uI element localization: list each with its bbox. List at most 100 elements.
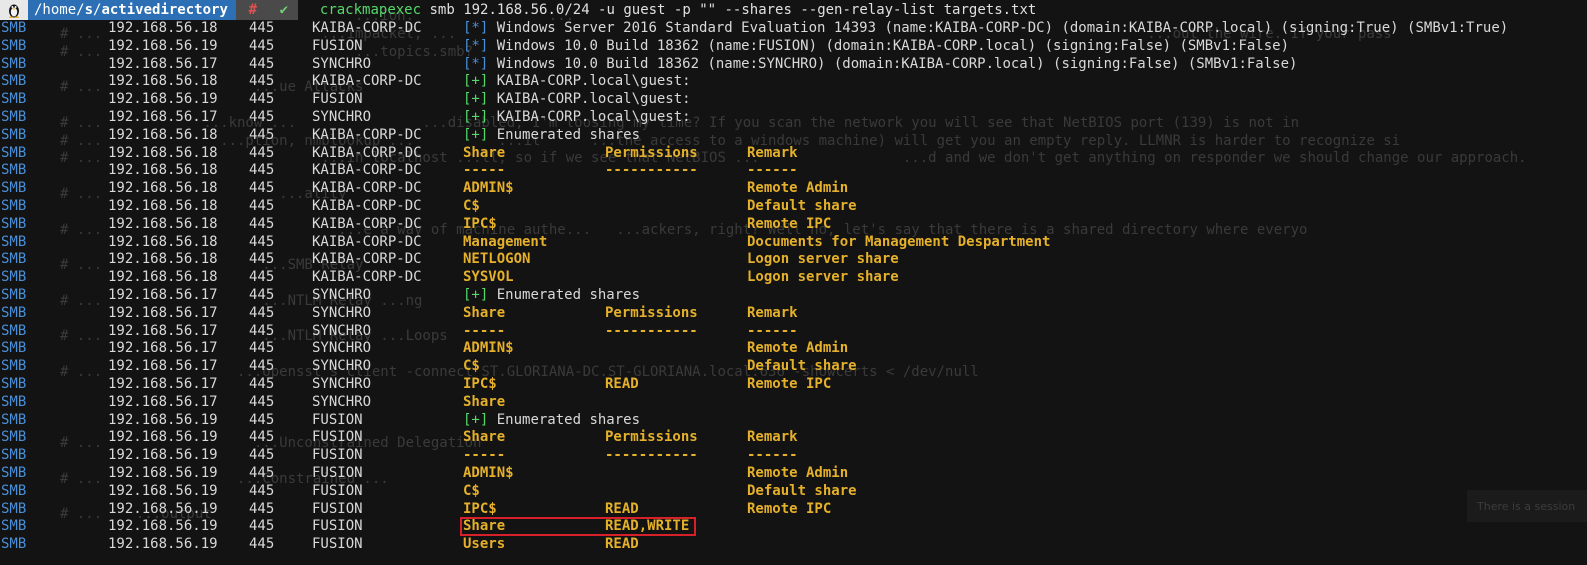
protocol-label: SMB — [1, 464, 27, 481]
ip-address: 192.168.56.17 — [108, 358, 218, 375]
protocol-label: SMB — [1, 411, 27, 428]
notification-overlay: There is a session — [1467, 490, 1587, 522]
output-line: SMB 192.168.56.17 445 SYNCHRO Share — [0, 394, 1587, 412]
protocol-label: SMB — [1, 108, 27, 125]
host-name: KAIBA-CORP-DC — [312, 20, 422, 36]
share-name: NETLOGON — [463, 251, 531, 268]
protocol-label: SMB — [1, 55, 27, 72]
ip-address: 192.168.56.18 — [108, 162, 218, 179]
share-permissions: ----------- — [605, 447, 698, 464]
output-line: SMB 192.168.56.19 445 FUSION Share Permission… — [0, 429, 1587, 447]
host-name: KAIBA-CORP-DC — [312, 73, 422, 90]
ip-address: 192.168.56.19 — [108, 518, 218, 535]
host-name: FUSION — [312, 37, 363, 54]
output-line: SMB 192.168.56.19 445 FUSION Share READ,WRITE — [0, 518, 1587, 536]
share-remark: Default share — [747, 197, 857, 214]
host-name: KAIBA-CORP-DC — [312, 144, 422, 161]
terminal-screen[interactable]: /home/s / activedirectory # ✔ crackmapexec… — [0, 0, 1587, 554]
path-user: s — [84, 2, 94, 18]
share-permissions: ----------- — [605, 322, 698, 339]
share-remark: Logon server share — [747, 269, 899, 286]
port-number: 445 — [249, 286, 275, 303]
host-name: FUSION — [312, 536, 363, 553]
output-line: SMB 192.168.56.18 445 KAIBA-CORP-DC SYSVOL Lo… — [0, 269, 1587, 287]
share-remark: Remote Admin — [747, 340, 849, 357]
output-line: SMB 192.168.56.19 445 FUSION [*] Windows 10.… — [0, 38, 1587, 56]
host-name: KAIBA-CORP-DC — [312, 233, 422, 250]
ip-address: 192.168.56.18 — [108, 20, 218, 36]
port-number: 445 — [249, 447, 275, 464]
host-name: FUSION — [312, 91, 363, 108]
port-number: 445 — [249, 251, 275, 268]
output-line: SMB 192.168.56.19 445 FUSION C$ Default share — [0, 483, 1587, 501]
linux-penguin-icon — [0, 0, 28, 20]
checkmark-icon: ✔ — [269, 0, 298, 20]
output-line: SMB 192.168.56.18 445 KAIBA-CORP-DC C$ Defaul… — [0, 198, 1587, 216]
protocol-label: SMB — [1, 73, 27, 90]
output-line: SMB 192.168.56.17 445 SYNCHRO Share Permissio… — [0, 305, 1587, 323]
status-message: [+] KAIBA-CORP.local\guest: — [463, 73, 691, 91]
protocol-label: SMB — [1, 197, 27, 214]
status-message: [+] KAIBA-CORP.local\guest: — [463, 109, 691, 127]
ip-address: 192.168.56.17 — [108, 375, 218, 392]
protocol-label: SMB — [1, 429, 27, 446]
share-name: ----- — [463, 162, 506, 179]
host-name: KAIBA-CORP-DC — [312, 269, 422, 286]
command-line[interactable]: crackmapexec smb 192.168.56.0/24 -u gues… — [320, 2, 1036, 18]
ip-address: 192.168.56.19 — [108, 91, 218, 108]
protocol-label: SMB — [1, 447, 27, 464]
share-name: C$ — [463, 197, 480, 214]
host-name: FUSION — [312, 447, 363, 464]
status-text: Enumerated shares — [488, 411, 641, 428]
ip-address: 192.168.56.17 — [108, 393, 218, 410]
protocol-label: SMB — [1, 20, 27, 36]
host-name: SYNCHRO — [312, 286, 372, 303]
host-name: SYNCHRO — [312, 108, 372, 125]
ip-address: 192.168.56.17 — [108, 286, 218, 303]
path-prefix: /home/ — [34, 2, 85, 18]
protocol-label: SMB — [1, 482, 27, 499]
host-name: SYNCHRO — [312, 393, 372, 410]
protocol-label: SMB — [1, 37, 27, 54]
ip-address: 192.168.56.18 — [108, 251, 218, 268]
status-tag: [+] — [463, 73, 489, 90]
port-number: 445 — [249, 375, 275, 392]
ip-address: 192.168.56.19 — [108, 447, 218, 464]
status-text: KAIBA-CORP.local\guest: — [488, 108, 691, 125]
share-name: IPC$ — [463, 375, 497, 392]
highlight-box — [460, 517, 696, 536]
port-number: 445 — [249, 322, 275, 339]
share-permissions: READ — [605, 500, 639, 517]
protocol-label: SMB — [1, 358, 27, 375]
output-line: SMB 192.168.56.17 445 SYNCHRO [+] Enumerated… — [0, 287, 1587, 305]
ip-address: 192.168.56.18 — [108, 197, 218, 214]
output-line: SMB 192.168.56.17 445 SYNCHRO C$ Default shar… — [0, 358, 1587, 376]
host-name: KAIBA-CORP-DC — [312, 215, 422, 232]
host-name: FUSION — [312, 411, 363, 428]
share-remark: Remark — [747, 429, 798, 446]
command-output: SMB 192.168.56.18 445 KAIBA-CORP-DC [*] Wind… — [0, 20, 1587, 554]
ip-address: 192.168.56.18 — [108, 215, 218, 232]
port-number: 445 — [249, 269, 275, 286]
port-number: 445 — [249, 233, 275, 250]
ip-address: 192.168.56.18 — [108, 73, 218, 90]
ip-address: 192.168.56.18 — [108, 126, 218, 143]
output-line: SMB 192.168.56.17 445 SYNCHRO ADMIN$ Remote A… — [0, 340, 1587, 358]
protocol-label: SMB — [1, 251, 27, 268]
share-name: IPC$ — [463, 500, 497, 517]
port-number: 445 — [249, 411, 275, 428]
host-name: KAIBA-CORP-DC — [312, 180, 422, 197]
port-number: 445 — [249, 215, 275, 232]
share-name: ADMIN$ — [463, 464, 514, 481]
port-number: 445 — [249, 108, 275, 125]
status-tag: [+] — [463, 286, 489, 303]
port-number: 445 — [249, 91, 275, 108]
share-remark: Remark — [747, 304, 798, 321]
command-executable: crackmapexec — [319, 2, 422, 18]
status-message: [+] Enumerated shares — [463, 287, 640, 305]
protocol-label: SMB — [1, 393, 27, 410]
share-name: ADMIN$ — [463, 340, 514, 357]
output-line: SMB 192.168.56.18 445 KAIBA-CORP-DC [+] Enum… — [0, 127, 1587, 145]
output-line: SMB 192.168.56.19 445 FUSION [+] Enumerated … — [0, 412, 1587, 430]
host-name: KAIBA-CORP-DC — [312, 197, 422, 214]
